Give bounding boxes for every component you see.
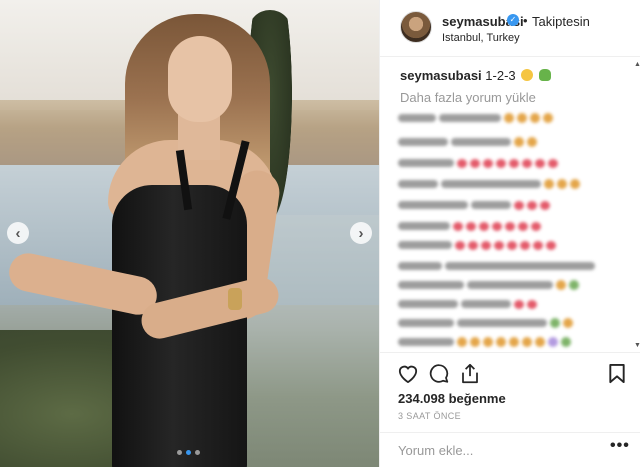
- post-location[interactable]: Istanbul, Turkey: [442, 32, 520, 44]
- redacted-comment: [398, 221, 541, 231]
- avatar[interactable]: [400, 11, 432, 43]
- verified-badge-icon: ✓: [507, 14, 519, 26]
- like-count[interactable]: 234.098 beğenme: [398, 391, 506, 406]
- comments-list[interactable]: seymasubasi 1-2-3 Daha fazla yorum yükle: [380, 57, 640, 352]
- like-count-text: 234.098 beğenme: [398, 391, 506, 406]
- comment-bubble-icon[interactable]: [428, 363, 450, 389]
- post-photo[interactable]: ‹ ›: [0, 0, 379, 467]
- heart-icon[interactable]: [397, 363, 419, 388]
- redacted-comment: [398, 318, 573, 328]
- scroll-up-arrow-icon[interactable]: ▲: [634, 61, 640, 68]
- cactus-icon: [538, 69, 551, 81]
- redacted-comment: [398, 179, 580, 189]
- redacted-comment: [398, 158, 558, 168]
- redacted-comment: [398, 280, 579, 290]
- carousel-dot: [177, 450, 182, 455]
- carousel-dot: [186, 450, 191, 455]
- post-timestamp[interactable]: 3 SAAT ÖNCE: [398, 411, 461, 421]
- chevron-left-icon: ‹: [15, 224, 21, 242]
- follow-separator: •: [523, 13, 528, 28]
- scroll-down-arrow-icon[interactable]: ▼: [634, 342, 640, 349]
- caption-text: 1-2-3: [485, 68, 516, 83]
- carousel-indicator: [177, 450, 200, 455]
- carousel-dot: [195, 450, 200, 455]
- post-header: seymasubasi ✓ • Takiptesin Istanbul, Tur…: [380, 0, 640, 57]
- redacted-comment: [398, 261, 595, 271]
- thinking-face-icon: [521, 69, 534, 81]
- bookmark-icon[interactable]: [608, 363, 626, 389]
- photo-person-face: [168, 36, 232, 122]
- redacted-comment: [398, 137, 537, 147]
- redacted-comment: [398, 200, 550, 210]
- redacted-comment: [398, 240, 556, 250]
- caption-username[interactable]: seymasubasi: [400, 68, 482, 83]
- post-caption: seymasubasi 1-2-3: [400, 68, 551, 83]
- redacted-comment: [398, 299, 537, 309]
- following-button[interactable]: Takiptesin: [532, 14, 590, 29]
- redacted-comment: [398, 337, 571, 347]
- comment-input[interactable]: [398, 441, 598, 459]
- post-side-panel: seymasubasi ✓ • Takiptesin Istanbul, Tur…: [379, 0, 640, 467]
- post-actions: 234.098 beğenme 3 SAAT ÖNCE: [380, 352, 640, 432]
- photo-watch: [228, 288, 242, 310]
- share-icon[interactable]: [460, 363, 480, 389]
- load-more-comments-button[interactable]: Daha fazla yorum yükle: [400, 90, 536, 105]
- carousel-next-button[interactable]: ›: [350, 222, 372, 244]
- redacted-comment: [398, 113, 553, 123]
- chevron-right-icon: ›: [358, 224, 364, 242]
- carousel-prev-button[interactable]: ‹: [7, 222, 29, 244]
- comment-bar: •••: [380, 432, 640, 467]
- more-options-button[interactable]: •••: [610, 437, 630, 455]
